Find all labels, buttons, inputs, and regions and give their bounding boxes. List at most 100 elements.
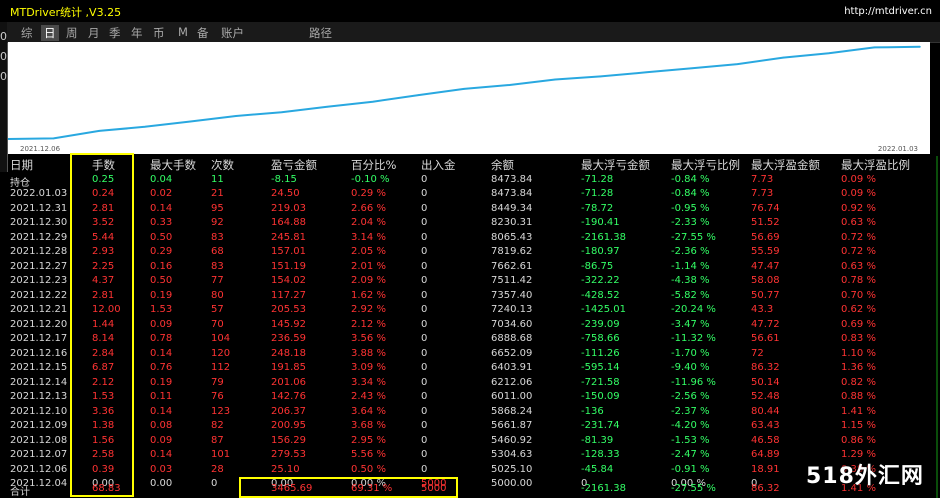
cell-max-float-profit-pct: 0.78 % (841, 275, 876, 286)
balance-point (782, 56, 784, 59)
cell-max-lots: 0.78 (150, 333, 173, 344)
cell-max-float-profit-pct: 1.36 % (841, 362, 876, 373)
cell-pnl: 24.50 (271, 188, 300, 199)
total-row[interactable]: 合计 68.83 3465.69 69.31 % 5000 -2161.38 -27.55 … (0, 483, 940, 498)
table-row[interactable]: 2021.12.22 2.81 0.19 80 117.27 1.62 % 0 7357.40… (0, 290, 940, 303)
cell-max-float-loss: -150.09 (581, 391, 620, 402)
table-header-row: 日期 手数 最大手数 次数 盈亏金额 百分比% 出入金 余额 最大浮亏金额 最大浮亏比例 最大浮盈金… (0, 158, 940, 172)
cell-max-lots: 0.09 (150, 318, 173, 330)
table-row[interactable]: 2021.12.10 3.36 0.14 123 206.37 3.64 % 0 5868.2… (0, 406, 940, 419)
cell-max-lots: 0.14 (150, 449, 173, 460)
tab-yearly[interactable]: 年 (131, 25, 143, 41)
cell-deposit: 0 (421, 405, 428, 417)
cell-max-float-profit: 58.08 (751, 275, 780, 286)
table-row[interactable]: 2021.12.06 0.39 0.03 28 25.10 0.50 % 0 5025.10-… (0, 464, 940, 477)
table-row[interactable]: 2021.12.13 1.53 0.11 76 142.76 2.43 % 0 6011.00… (0, 391, 940, 404)
cell-max-lots: 0.19 (150, 289, 173, 301)
tab-currency[interactable]: 币 (153, 25, 165, 41)
table-row[interactable]: 2021.12.31 2.81 0.14 95 219.03 2.66 % 0 8449.34… (0, 203, 940, 216)
cell-max-float-loss-pct: -27.55 % (671, 483, 716, 494)
cell-count: 112 (211, 362, 231, 373)
cell-max-float-loss: -721.58 (581, 376, 620, 388)
tab-magic[interactable]: M (178, 25, 188, 39)
cell-percent: 3.88 % (351, 347, 386, 359)
cell-max-lots: 1.53 (150, 304, 173, 315)
cell-max-lots: 0.09 (150, 434, 173, 446)
tab-quarterly[interactable]: 季 (109, 25, 121, 41)
cell-balance: 5868.24 (491, 405, 533, 417)
table-row[interactable]: 2021.12.20 1.44 0.09 70 145.92 2.12 % 0 7034.60… (0, 319, 940, 332)
table-row[interactable]: 2021.12.23 4.37 0.50 77 154.02 2.09 % 0 7511.42… (0, 275, 940, 288)
header-balance: 余额 (491, 158, 514, 172)
cell-max-float-profit: 72 (751, 347, 764, 359)
cell-pnl: 279.53 (271, 449, 306, 460)
cell-max-lots: 0.14 (150, 405, 173, 417)
cell-balance: 7357.40 (491, 289, 533, 301)
cell-max-float-profit-pct: 0.83 % (841, 333, 876, 344)
site-url-link[interactable]: http://mtdriver.cn (844, 6, 932, 17)
table-row[interactable]: 2021.12.27 2.25 0.16 83 151.19 2.01 % 0 7662.61… (0, 261, 940, 274)
cell-percent: 3.14 % (351, 231, 386, 243)
balance-point (828, 52, 830, 54)
cell-date: 2021.12.23 (10, 275, 68, 286)
table-row[interactable]: 2021.12.09 1.38 0.08 82 200.95 3.68 % 0 5661.87… (0, 420, 940, 433)
cell-balance: 6403.91 (491, 362, 533, 373)
balance-point (691, 67, 693, 70)
cell-max-float-loss-pct: -4.20 % (671, 420, 710, 431)
cell-max-float-profit-pct: 0.82 % (841, 376, 876, 388)
cell-max-float-profit: 76.74 (751, 202, 780, 214)
cell-balance: 7662.61 (491, 260, 533, 272)
table-row[interactable]: 2021.12.30 3.52 0.33 92 164.88 2.04 % 0 8230.31… (0, 217, 940, 230)
tab-monthly[interactable]: 月 (88, 25, 100, 41)
balance-point (600, 75, 602, 78)
cell-deposit: 0 (421, 463, 428, 475)
cell-balance: 5304.63 (491, 449, 533, 460)
table-row[interactable]: 2021.12.21 12.00 1.53 57 205.53 2.92 % 0 7240.1… (0, 304, 940, 317)
tab-path[interactable]: 路径 (309, 25, 332, 41)
cell-date: 2021.12.27 (10, 260, 68, 272)
table-row[interactable]: 2021.12.29 5.44 0.50 83 245.81 3.14 % 0 8065.43… (0, 232, 940, 245)
cell-percent: 3.56 % (351, 333, 386, 344)
cell-pnl: 142.76 (271, 391, 306, 402)
table-row[interactable]: 2021.12.28 2.93 0.29 68 157.01 2.05 % 0 7819.62… (0, 246, 940, 259)
cell-date: 2021.12.17 (10, 333, 68, 344)
table-row[interactable]: 2021.12.07 2.58 0.14 101 279.53 5.56 % 0 5304.6… (0, 449, 940, 462)
cell-pnl: 154.02 (271, 275, 306, 286)
cell-deposit: 0 (421, 347, 428, 359)
cell-deposit: 0 (421, 202, 428, 214)
cell-count: 92 (211, 217, 224, 228)
cell-deposit: 0 (421, 449, 428, 460)
cell-date: 2021.12.16 (10, 347, 68, 359)
left-edge-panel: 0 0 0 (0, 22, 8, 172)
cell-max-float-loss-pct: -27.55 % (671, 231, 716, 243)
cell-count: 28 (211, 463, 224, 475)
cell-balance: 5460.92 (491, 434, 533, 446)
tab-weekly[interactable]: 周 (66, 25, 78, 41)
table-row[interactable]: 2021.12.14 2.12 0.19 79 201.06 3.34 % 0 6212.06… (0, 377, 940, 390)
table-row[interactable]: 2021.12.16 2.84 0.14 120 248.18 3.88 % 0 6652.0… (0, 348, 940, 361)
cell-percent: 2.92 % (351, 304, 386, 315)
tab-account[interactable]: 账户 (221, 25, 244, 41)
cell-max-float-profit: 51.52 (751, 217, 780, 228)
tab-daily[interactable]: 日 (41, 25, 59, 41)
cell-deposit: 0 (421, 420, 428, 431)
holding-row[interactable]: 持仓 0.25 0.04 11 -8.15 -0.10 % 0 8473.84 -71.28 -0… (0, 174, 940, 189)
cell-max-float-loss-pct: -2.47 % (671, 449, 710, 460)
cell-max-float-loss-pct: -2.36 % (671, 246, 710, 257)
cell-pnl: -8.15 (271, 174, 297, 185)
table-row[interactable]: 2022.01.03 0.24 0.02 21 24.50 0.29 % 0 8473.84-… (0, 188, 940, 201)
tab-notes[interactable]: 备 (197, 25, 209, 41)
cell-max-float-profit-pct: 0.62 % (841, 304, 876, 315)
cell-max-float-profit: 63.43 (751, 420, 780, 431)
tab-summary[interactable]: 综 (21, 25, 33, 41)
table-row[interactable]: 2021.12.15 6.87 0.76 112 191.85 3.09 % 0 6403.9… (0, 362, 940, 375)
table-row[interactable]: 2021.12.08 1.56 0.09 87 156.29 2.95 % 0 5460.92… (0, 435, 940, 448)
cell-date: 2021.12.29 (10, 231, 68, 243)
cell-max-float-loss-pct: -9.40 % (671, 362, 710, 373)
cell-pnl: 117.27 (271, 289, 306, 301)
header-date: 日期 (10, 158, 33, 172)
cell-max-float-loss: -2161.38 (581, 231, 626, 243)
cell-max-float-profit-pct: 0.72 % (841, 231, 876, 243)
left-edge-glyph: 0 (0, 70, 7, 83)
table-row[interactable]: 2021.12.17 8.14 0.78 104 236.59 3.56 % 0 6888.6… (0, 333, 940, 346)
